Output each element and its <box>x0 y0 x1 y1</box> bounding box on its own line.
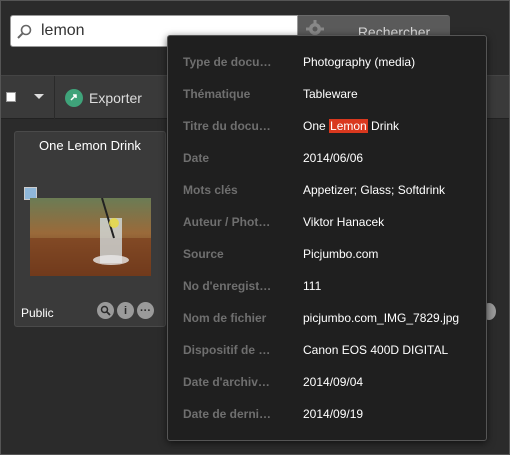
metadata-value: 2014/06/06 <box>303 151 364 165</box>
metadata-row: No d'enregist… 111 <box>168 279 486 299</box>
metadata-value: Picjumbo.com <box>303 247 379 261</box>
metadata-value: picjumbo.com_IMG_7829.jpg <box>303 311 460 325</box>
metadata-row: Source Picjumbo.com <box>168 247 486 267</box>
metadata-value: Appetizer; Glass; Softdrink <box>303 183 446 197</box>
metadata-label: Titre du docu… <box>183 119 271 133</box>
select-all-checkbox[interactable] <box>6 92 16 102</box>
info-button[interactable]: i <box>117 302 134 319</box>
magnifier-icon <box>100 305 111 316</box>
card-access-label: Public <box>21 306 54 320</box>
metadata-row: Nom de fichier picjumbo.com_IMG_7829.jpg <box>168 311 486 331</box>
metadata-label: Dispositif de … <box>183 343 271 357</box>
card-actions: i ··· <box>97 302 154 319</box>
metadata-label: Thématique <box>183 87 251 101</box>
info-icon: i <box>123 304 128 317</box>
export-button[interactable]: Exporter <box>65 86 142 110</box>
metadata-label: Nom de fichier <box>183 311 267 325</box>
metadata-value: Canon EOS 400D DIGITAL <box>303 343 449 357</box>
toolbar-divider <box>54 76 55 120</box>
metadata-row: Mots clés Appetizer; Glass; Softdrink <box>168 183 486 203</box>
metadata-label: Auteur / Phot… <box>183 215 271 229</box>
metadata-label: Date de derni… <box>183 407 272 421</box>
card-thumbnail[interactable] <box>30 198 151 276</box>
metadata-row: Date d'archiv… 2014/09/04 <box>168 375 486 395</box>
metadata-label: No d'enregist… <box>183 279 272 293</box>
metadata-label: Type de docu… <box>183 55 272 69</box>
metadata-value: Tableware <box>303 87 358 101</box>
selection-menu-caret-icon[interactable] <box>34 94 44 99</box>
metadata-row: Titre du docu… One Lemon Drink <box>168 119 486 139</box>
metadata-value: Viktor Hanacek <box>303 215 385 229</box>
preview-button[interactable] <box>97 302 114 319</box>
title-text-before: One <box>303 119 330 133</box>
metadata-label: Date d'archiv… <box>183 375 270 389</box>
title-text-after: Drink <box>367 119 400 133</box>
metadata-label: Date <box>183 151 210 165</box>
ellipsis-icon: ··· <box>140 304 151 317</box>
metadata-value: Photography (media) <box>303 55 416 69</box>
card-title: One Lemon Drink <box>39 138 141 153</box>
metadata-row: Date 2014/06/06 <box>168 151 486 171</box>
metadata-row: Dispositif de … Canon EOS 400D DIGITAL <box>168 343 486 363</box>
metadata-row: Thématique Tableware <box>168 87 486 107</box>
metadata-value: One Lemon Drink <box>303 119 483 133</box>
metadata-row: Date de derni… 2014/09/19 <box>168 407 486 427</box>
export-icon <box>65 89 83 107</box>
metadata-value: 2014/09/19 <box>303 407 364 421</box>
result-card[interactable]: One Lemon Drink Public i ··· <box>14 131 166 327</box>
metadata-label: Mots clés <box>183 183 238 197</box>
metadata-value: 2014/09/04 <box>303 375 364 389</box>
more-button[interactable]: ··· <box>137 302 154 319</box>
metadata-row: Auteur / Phot… Viktor Hanacek <box>168 215 486 235</box>
search-match-highlight: Lemon <box>329 119 368 133</box>
metadata-label: Source <box>183 247 224 261</box>
export-label: Exporter <box>89 90 142 106</box>
search-icon <box>17 24 32 39</box>
metadata-row: Type de docu… Photography (media) <box>168 55 486 75</box>
metadata-value: 111 <box>303 279 322 293</box>
metadata-popover: Type de docu… Photography (media) Thémat… <box>167 35 487 441</box>
